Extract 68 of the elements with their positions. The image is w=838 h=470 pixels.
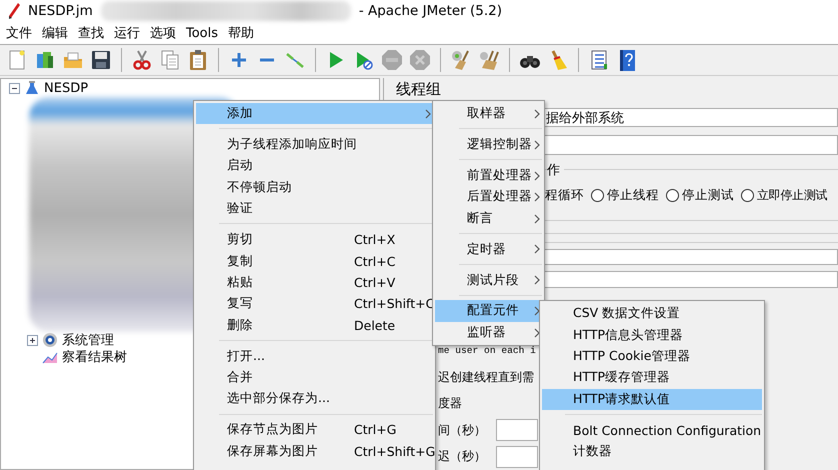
menu-item[interactable]: 启动 (196, 155, 433, 177)
app-title: - Apache JMeter (5.2) (358, 3, 502, 19)
menu-item[interactable]: 文件 (6, 24, 32, 42)
scissors-icon[interactable] (131, 49, 153, 71)
menu-item[interactable]: 验证 (196, 198, 433, 220)
tree-item[interactable]: NESDP (44, 80, 88, 96)
menu-item[interactable]: 编辑 (42, 24, 68, 42)
menu-item[interactable]: 计数器 (542, 440, 762, 462)
clipboard-icon[interactable] (187, 49, 209, 71)
menu-item[interactable]: CSV 数据文件设置 (542, 303, 762, 324)
input-field[interactable] (496, 419, 538, 442)
menu-item[interactable]: 配置元件 (435, 300, 542, 322)
menu-item[interactable]: HTTP Cookie管理器 (542, 346, 762, 368)
field-label: 间（秒） (438, 422, 486, 439)
menu-item[interactable]: 添加 (196, 103, 433, 124)
menu-item[interactable]: 后置处理器 (435, 186, 542, 208)
menu-item[interactable]: Bolt Connection Configuration (542, 419, 762, 441)
brooms-icon[interactable] (478, 49, 500, 71)
field-label: 迟（秒） (438, 448, 486, 466)
menu-item[interactable]: 定时器 (435, 238, 542, 260)
menu-item[interactable]: 测试片段 (435, 269, 542, 291)
menu-item[interactable]: 逻辑控制器 (435, 134, 542, 156)
description-text: me user on each i (438, 345, 536, 356)
menu-item[interactable]: HTTP请求默认值 (542, 388, 762, 410)
input-field[interactable] (496, 446, 538, 468)
menu-item[interactable]: 删除 Delete (196, 314, 433, 336)
menu-item[interactable]: 保存节点为图片 Ctrl+G (196, 419, 433, 440)
menu-item[interactable]: 断言 (435, 208, 542, 229)
menu-item[interactable]: 监听器 (435, 322, 542, 344)
tree-item[interactable]: 察看结果树 (62, 348, 127, 366)
radio-button[interactable] (666, 188, 679, 202)
radio-label: 程循环 (545, 186, 584, 204)
menu-item[interactable]: 粘贴 Ctrl+V (196, 272, 433, 294)
menu-item[interactable]: 复写 Ctrl+Shift+C (196, 293, 433, 315)
tree-item[interactable]: 系统管理 (62, 331, 114, 350)
menu-item[interactable]: 选项 (150, 24, 176, 42)
copy-icon[interactable] (159, 49, 181, 71)
menu-item[interactable]: 合并 (196, 366, 433, 388)
menu-item[interactable]: 前置处理器 (435, 164, 542, 186)
menu-item[interactable]: Tools (186, 26, 218, 40)
menu-item[interactable]: HTTP信息头管理器 (542, 324, 762, 346)
menu-item[interactable]: 运行 (114, 24, 140, 42)
menu-item[interactable]: 不停顿启动 (196, 176, 433, 198)
gear-icon (42, 332, 58, 348)
menu-item[interactable]: 查找 (78, 24, 104, 42)
radio-label[interactable]: 立即停止测试 (757, 186, 828, 204)
radio-button[interactable] (741, 188, 754, 202)
menu-item[interactable]: 剪切 Ctrl+X (196, 228, 433, 250)
field-label: 度器 (438, 395, 462, 412)
collapse-icon[interactable] (9, 82, 20, 94)
books-icon[interactable] (34, 49, 56, 71)
menu-item[interactable]: HTTP缓存管理器 (542, 367, 762, 389)
field-value: 据给外部系统 (546, 110, 624, 127)
field-label: 迟创建线程直到需 (438, 368, 534, 386)
menu-item[interactable]: 保存屏幕为图片 Ctrl+Shift+G (196, 440, 433, 462)
expand-icon[interactable] (27, 334, 38, 346)
radio-label[interactable]: 停止测试 (682, 186, 734, 204)
radio-button[interactable] (591, 188, 604, 202)
menu-item[interactable]: 打开... (196, 345, 433, 367)
panel-title: 线程组 (396, 80, 441, 100)
radio-label[interactable]: 停止线程 (607, 186, 659, 204)
menu-item[interactable]: 复制 Ctrl+C (196, 250, 433, 272)
menu-item[interactable]: 为子线程添加响应时间 (196, 134, 433, 156)
window-title: NESDP.jm (28, 3, 93, 19)
flask-icon (24, 80, 40, 96)
menu-item[interactable]: 帮助 (228, 24, 254, 42)
feather-icon (6, 2, 22, 20)
menu-item[interactable]: 选中部分保存为... (196, 388, 433, 410)
